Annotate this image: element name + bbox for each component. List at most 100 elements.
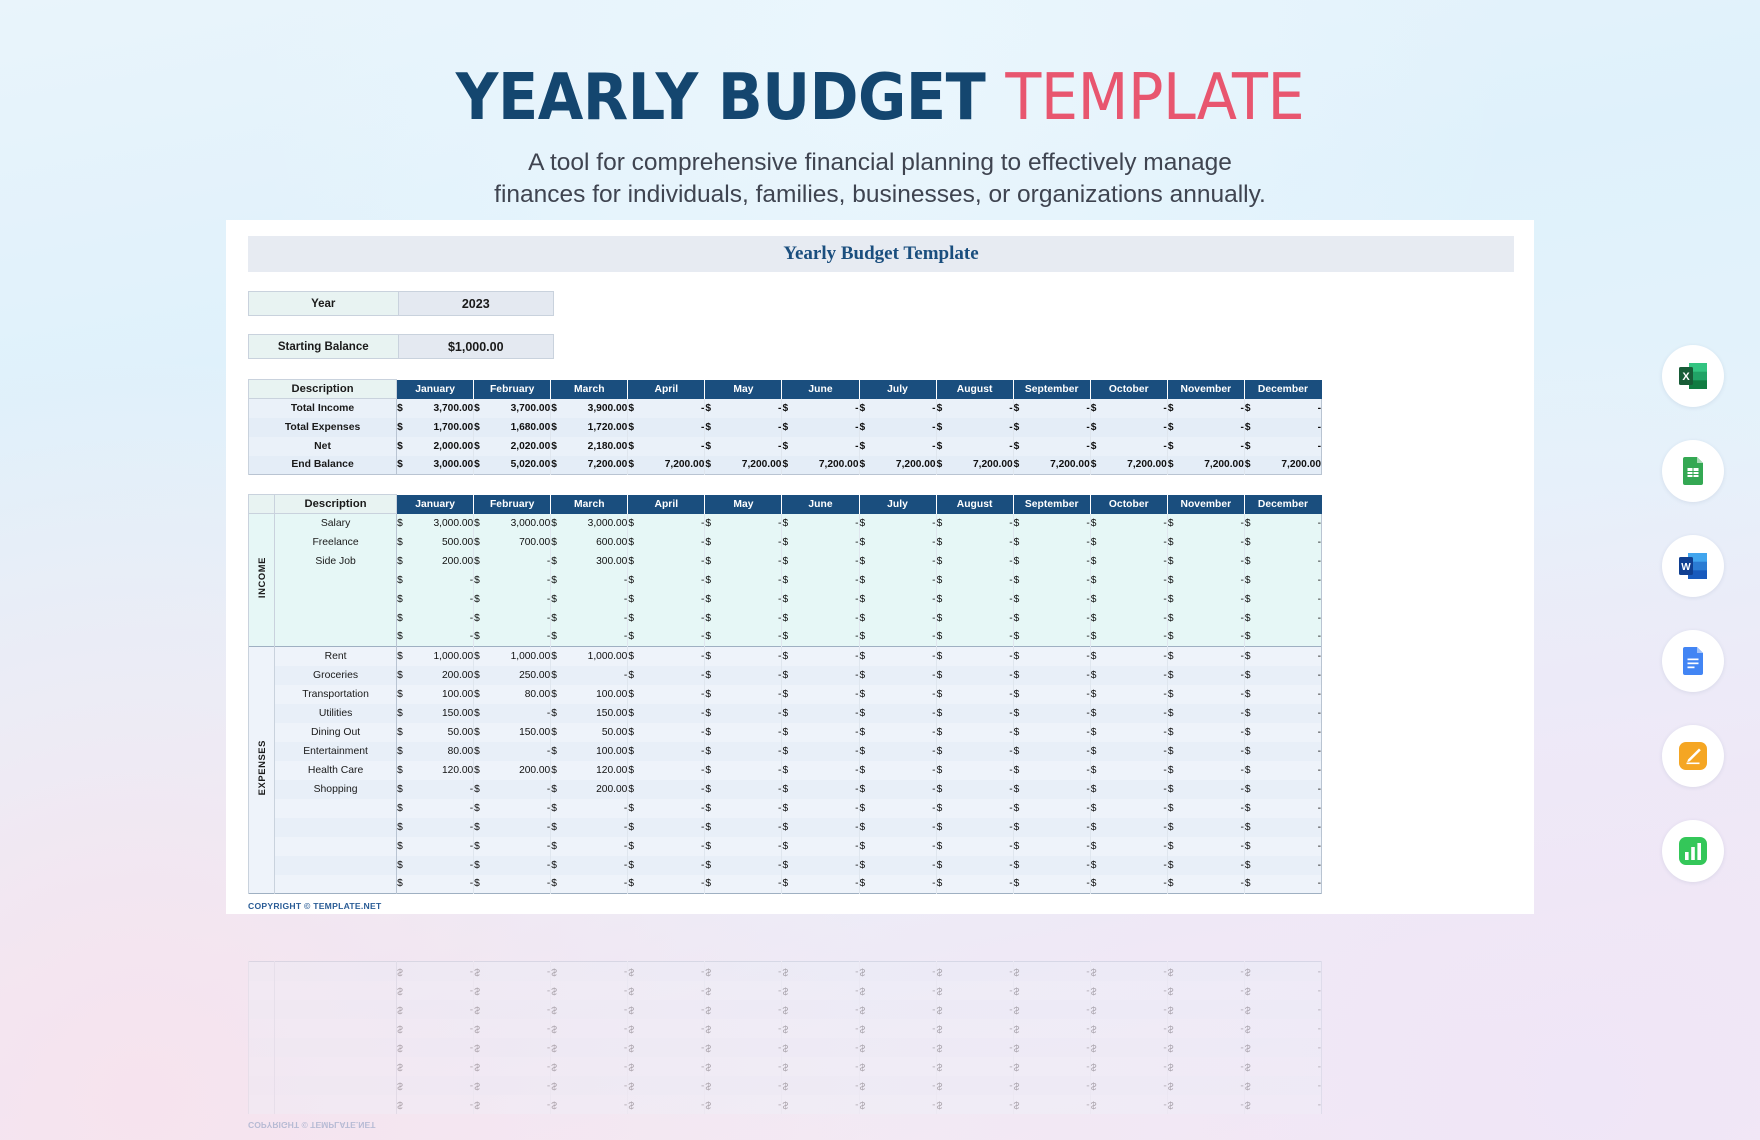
cell-value[interactable]: - bbox=[800, 760, 860, 780]
cell-value[interactable]: - bbox=[955, 1095, 1014, 1114]
cell-value[interactable]: 1,000.00 bbox=[569, 646, 629, 666]
cell-value[interactable]: - bbox=[1263, 589, 1323, 609]
cell-value[interactable]: - bbox=[492, 1019, 551, 1038]
cell-value[interactable]: - bbox=[878, 760, 937, 780]
cell-value[interactable]: - bbox=[646, 836, 706, 856]
cell-value[interactable]: - bbox=[569, 962, 628, 981]
cell-value[interactable]: - bbox=[723, 551, 783, 571]
cell-value[interactable]: - bbox=[800, 1057, 859, 1076]
cell-value[interactable]: 3,900.00 bbox=[569, 398, 629, 418]
cell-value[interactable]: - bbox=[492, 981, 551, 1000]
cell-value[interactable]: - bbox=[1263, 684, 1323, 704]
cell-value[interactable]: - bbox=[646, 798, 706, 818]
cell-value[interactable]: - bbox=[955, 532, 1014, 552]
cell-value[interactable]: - bbox=[1032, 1076, 1091, 1095]
cell-value[interactable]: - bbox=[878, 1038, 937, 1057]
cell-value[interactable]: - bbox=[878, 513, 937, 533]
cell-value[interactable]: - bbox=[1263, 532, 1323, 552]
cell-value[interactable]: - bbox=[1263, 513, 1323, 533]
cell-value[interactable]: - bbox=[723, 1038, 782, 1057]
row-label[interactable] bbox=[274, 627, 398, 647]
cell-value[interactable]: - bbox=[955, 779, 1014, 799]
cell-value[interactable]: - bbox=[723, 417, 783, 437]
cell-value[interactable]: - bbox=[1032, 513, 1091, 533]
cell-value[interactable]: - bbox=[723, 817, 783, 837]
cell-value[interactable]: - bbox=[1109, 417, 1168, 437]
cell-value[interactable]: - bbox=[569, 1095, 628, 1114]
cell-value[interactable]: - bbox=[878, 589, 937, 609]
cell-value[interactable]: - bbox=[1032, 836, 1091, 856]
cell-value[interactable]: - bbox=[1032, 703, 1091, 723]
cell-value[interactable]: - bbox=[955, 741, 1014, 761]
cell-value[interactable]: - bbox=[878, 779, 937, 799]
cell-value[interactable]: - bbox=[415, 981, 474, 1000]
cell-value[interactable]: - bbox=[1032, 1095, 1091, 1114]
cell-value[interactable]: - bbox=[1186, 836, 1245, 856]
cell-value[interactable]: - bbox=[1263, 665, 1323, 685]
cell-value[interactable]: - bbox=[1109, 855, 1168, 875]
cell-value[interactable]: - bbox=[878, 1019, 937, 1038]
cell-value[interactable]: - bbox=[800, 1000, 859, 1019]
cell-value[interactable]: - bbox=[492, 1076, 551, 1095]
cell-value[interactable]: - bbox=[1263, 722, 1323, 742]
row-label[interactable]: Dining Out bbox=[274, 722, 398, 742]
cell-value[interactable]: 3,000.00 bbox=[415, 513, 475, 533]
cell-value[interactable]: - bbox=[955, 665, 1014, 685]
cell-value[interactable]: - bbox=[569, 1076, 628, 1095]
cell-value[interactable]: - bbox=[955, 608, 1014, 628]
cell-value[interactable]: 1,700.00 bbox=[415, 417, 475, 437]
cell-value[interactable]: - bbox=[955, 398, 1014, 418]
cell-value[interactable]: - bbox=[800, 398, 860, 418]
cell-value[interactable]: - bbox=[569, 665, 629, 685]
cell-value[interactable]: - bbox=[569, 1038, 628, 1057]
cell-value[interactable]: - bbox=[723, 836, 783, 856]
cell-value[interactable]: - bbox=[723, 1076, 782, 1095]
cell-value[interactable]: 7,200.00 bbox=[1186, 455, 1245, 475]
cell-value[interactable]: - bbox=[646, 398, 706, 418]
cell-value[interactable]: - bbox=[1186, 589, 1245, 609]
cell-value[interactable]: - bbox=[800, 551, 860, 571]
cell-value[interactable]: - bbox=[800, 855, 860, 875]
cell-value[interactable]: - bbox=[955, 1038, 1014, 1057]
cell-value[interactable]: - bbox=[1186, 1057, 1245, 1076]
cell-value[interactable]: - bbox=[1186, 1000, 1245, 1019]
cell-value[interactable]: - bbox=[1186, 646, 1245, 666]
cell-value[interactable]: - bbox=[1109, 798, 1168, 818]
cell-value[interactable]: - bbox=[1263, 1000, 1322, 1019]
cell-value[interactable]: - bbox=[1186, 855, 1245, 875]
cell-value[interactable]: - bbox=[955, 855, 1014, 875]
cell-value[interactable]: - bbox=[1263, 779, 1323, 799]
cell-value[interactable]: - bbox=[646, 1019, 705, 1038]
cell-value[interactable]: - bbox=[1109, 874, 1168, 894]
cell-value[interactable]: - bbox=[1109, 779, 1168, 799]
cell-value[interactable]: 3,000.00 bbox=[492, 513, 552, 533]
cell-value[interactable]: 7,200.00 bbox=[800, 455, 860, 475]
row-label[interactable] bbox=[274, 836, 398, 856]
cell-value[interactable]: 1,000.00 bbox=[492, 646, 552, 666]
year-value[interactable]: 2023 bbox=[398, 292, 553, 315]
cell-value[interactable]: - bbox=[955, 551, 1014, 571]
cell-value[interactable]: - bbox=[569, 570, 629, 590]
cell-value[interactable]: - bbox=[1186, 627, 1245, 647]
cell-value[interactable]: - bbox=[492, 874, 552, 894]
cell-value[interactable]: - bbox=[800, 817, 860, 837]
cell-value[interactable]: 1,000.00 bbox=[415, 646, 475, 666]
cell-value[interactable]: - bbox=[569, 1000, 628, 1019]
cell-value[interactable]: - bbox=[646, 741, 706, 761]
cell-value[interactable]: - bbox=[800, 589, 860, 609]
cell-value[interactable]: 7,200.00 bbox=[646, 455, 706, 475]
cell-value[interactable]: - bbox=[1109, 513, 1168, 533]
cell-value[interactable]: - bbox=[569, 627, 629, 647]
cell-value[interactable]: 2,000.00 bbox=[415, 436, 475, 456]
cell-value[interactable]: - bbox=[1032, 532, 1091, 552]
cell-value[interactable]: - bbox=[723, 962, 782, 981]
cell-value[interactable]: - bbox=[415, 798, 475, 818]
cell-value[interactable]: - bbox=[1032, 665, 1091, 685]
cell-value[interactable]: - bbox=[492, 1095, 551, 1114]
cell-value[interactable]: - bbox=[723, 608, 783, 628]
cell-value[interactable]: - bbox=[646, 981, 705, 1000]
cell-value[interactable]: - bbox=[1032, 779, 1091, 799]
cell-value[interactable]: - bbox=[955, 722, 1014, 742]
cell-value[interactable]: 80.00 bbox=[492, 684, 552, 704]
cell-value[interactable]: - bbox=[723, 1000, 782, 1019]
